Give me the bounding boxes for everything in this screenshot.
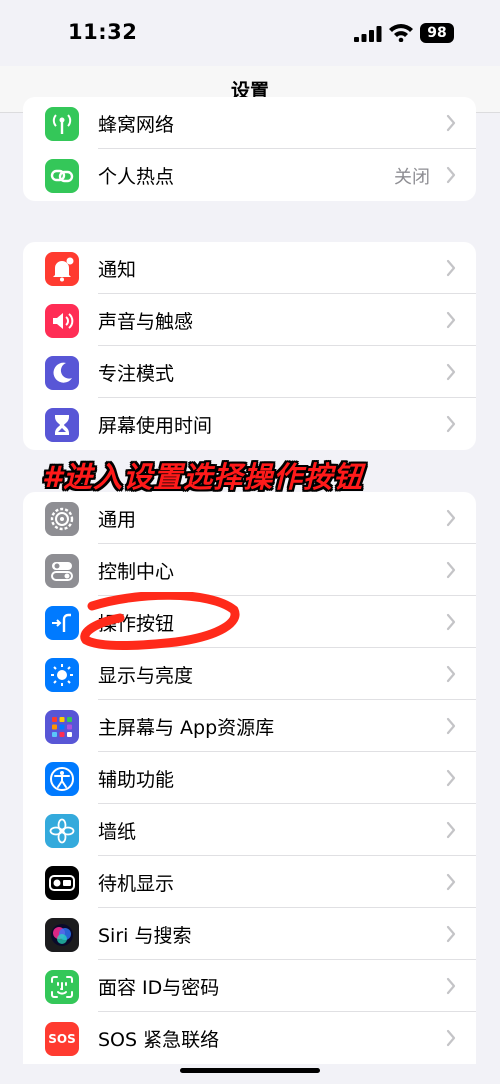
settings-row[interactable]: 操作按钮 <box>23 596 476 648</box>
settings-row[interactable]: 蜂窝网络 <box>23 97 476 149</box>
chevron-right-icon <box>446 259 456 277</box>
hotspot-chain-icon <box>45 159 79 193</box>
chevron-right-icon <box>446 717 456 735</box>
settings-row-label: 控制中心 <box>98 561 175 583</box>
settings-row[interactable]: 专注模式 <box>23 346 476 398</box>
moon-icon <box>45 356 79 390</box>
settings-row[interactable]: 墙纸 <box>23 804 476 856</box>
overlay-caption: #进入设置选择操作按钮 <box>42 460 364 494</box>
flower-icon <box>45 814 79 848</box>
status-bar: 11:32 98 <box>0 0 500 66</box>
app-grid-icon <box>45 710 79 744</box>
chevron-right-icon <box>446 665 456 683</box>
settings-row[interactable]: 显示与亮度 <box>23 648 476 700</box>
bell-icon <box>45 252 79 286</box>
settings-row[interactable]: 控制中心 <box>23 544 476 596</box>
settings-row[interactable]: 面容 ID与密码 <box>23 960 476 1012</box>
settings-row[interactable]: Siri 与搜索 <box>23 908 476 960</box>
settings-row-label: 专注模式 <box>98 363 175 385</box>
chevron-right-icon <box>446 873 456 891</box>
settings-row-label: 墙纸 <box>98 821 137 843</box>
settings-row[interactable]: 屏幕使用时间 <box>23 398 476 450</box>
settings-row[interactable]: 通知 <box>23 242 476 294</box>
chevron-right-icon <box>446 561 456 579</box>
settings-row[interactable]: 个人热点 关闭 <box>23 149 476 201</box>
settings-row-label: 蜂窝网络 <box>98 114 175 136</box>
sos-text-icon: SOS <box>45 1022 79 1056</box>
chevron-right-icon <box>446 166 456 184</box>
toggles-icon <box>45 554 79 588</box>
chevron-right-icon <box>446 509 456 527</box>
battery-indicator: 98 <box>420 23 454 43</box>
speaker-icon <box>45 304 79 338</box>
settings-row[interactable]: SOS SOS 紧急联络 <box>23 1012 476 1064</box>
status-time: 11:32 <box>68 20 138 44</box>
settings-row-label: 显示与亮度 <box>98 665 194 687</box>
settings-row[interactable]: 通用 <box>23 492 476 544</box>
gear-icon <box>45 502 79 536</box>
settings-row-label: SOS 紧急联络 <box>98 1029 220 1051</box>
settings-row-label: 操作按钮 <box>98 613 175 635</box>
chevron-right-icon <box>446 977 456 995</box>
settings-row[interactable]: 主屏幕与 App资源库 <box>23 700 476 752</box>
settings-group-connectivity: 蜂窝网络个人热点 关闭 <box>23 97 476 201</box>
settings-row[interactable]: 待机显示 <box>23 856 476 908</box>
accessibility-icon <box>45 762 79 796</box>
chevron-right-icon <box>446 925 456 943</box>
settings-group-attention: 通知声音与触感专注模式屏幕使用时间 <box>23 242 476 450</box>
siri-icon <box>45 918 79 952</box>
home-indicator <box>180 1068 320 1073</box>
cellular-signal-icon <box>354 26 382 42</box>
settings-group-general: 通用控制中心操作按钮显示与亮度主屏幕与 App资源库 辅助功能墙纸待机显示 Siri… <box>23 492 476 1064</box>
cellular-antenna-icon <box>45 107 79 141</box>
chevron-right-icon <box>446 1029 456 1047</box>
settings-row[interactable]: 声音与触感 <box>23 294 476 346</box>
settings-row-label: 屏幕使用时间 <box>98 415 213 437</box>
chevron-right-icon <box>446 613 456 631</box>
settings-row-label: 待机显示 <box>98 873 175 895</box>
chevron-right-icon <box>446 415 456 433</box>
chevron-right-icon <box>446 769 456 787</box>
settings-row-label: 辅助功能 <box>98 769 175 791</box>
settings-row-label: 个人热点 <box>98 166 175 188</box>
settings-row-label: Siri 与搜索 <box>98 925 192 947</box>
sun-icon <box>45 658 79 692</box>
settings-row[interactable]: 辅助功能 <box>23 752 476 804</box>
face-id-icon <box>45 970 79 1004</box>
chevron-right-icon <box>446 311 456 329</box>
settings-row-label: 通知 <box>98 259 137 281</box>
chevron-right-icon <box>446 821 456 839</box>
wifi-icon <box>389 24 413 42</box>
standby-icon <box>45 866 79 900</box>
settings-row-label: 面容 ID与密码 <box>98 977 220 999</box>
chevron-right-icon <box>446 363 456 381</box>
hourglass-icon <box>45 408 79 442</box>
settings-row-value: 关闭 <box>394 167 430 188</box>
settings-row-label: 声音与触感 <box>98 311 194 333</box>
chevron-right-icon <box>446 114 456 132</box>
settings-row-label: 主屏幕与 App资源库 <box>98 717 275 739</box>
settings-row-label: 通用 <box>98 509 137 531</box>
action-button-icon <box>45 606 79 640</box>
